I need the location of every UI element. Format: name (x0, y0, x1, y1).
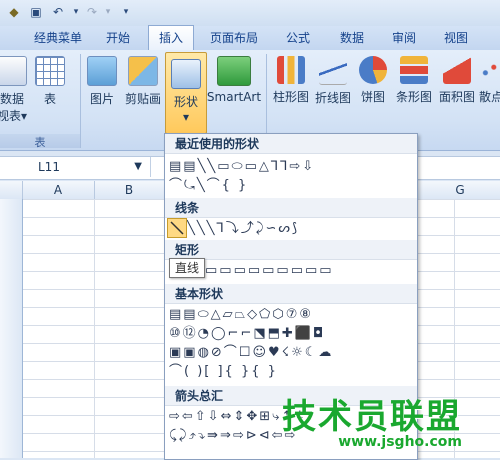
table-icon (35, 56, 65, 86)
tab-page-layout[interactable]: 页面布局 (204, 26, 264, 50)
line-chart-button[interactable]: 折线图 (312, 56, 354, 106)
pie-chart-label: 饼图 (360, 90, 385, 104)
shapes-dropdown-icon: ▾ (182, 110, 190, 124)
column-chart-label: 柱形图 (272, 90, 309, 104)
basic-shapes-row-2[interactable]: ⑩⑫◔◯⌐⌐⬔⬒✚⬛◘ (169, 325, 325, 343)
column-header-g[interactable]: G (420, 181, 500, 199)
customize-qat-icon[interactable]: ▾ (118, 4, 134, 20)
line-shape-hover[interactable] (167, 218, 187, 238)
line-chart-label: 折线图 (314, 91, 351, 105)
column-header-b[interactable]: B (94, 181, 165, 199)
ribbon-separator (80, 54, 81, 148)
recent-shapes-row-2[interactable]: ⌒⤿╲⌒{ } (169, 177, 248, 195)
undo-icon[interactable]: ↶ (50, 4, 66, 20)
scatter-chart-button[interactable]: 散点 (476, 56, 500, 105)
group-label-table: 表 (0, 134, 80, 149)
pivot-table-dropdown-icon: ▾ (20, 109, 28, 123)
tab-review[interactable]: 审阅 (384, 26, 424, 50)
area-chart-label: 面积图 (438, 90, 475, 104)
bar-chart-icon (400, 56, 428, 84)
office-orb-icon[interactable]: ◆ (6, 4, 22, 20)
table-button[interactable]: 表 (34, 56, 66, 107)
tab-view[interactable]: 视图 (436, 26, 476, 50)
pivot-table-label-2: 视表 (0, 109, 21, 123)
area-chart-button[interactable]: 面积图 (436, 56, 478, 105)
watermark: 技术员联盟 www.jsgho.com (282, 389, 462, 450)
row-headers (0, 199, 23, 458)
rectangles-row-1[interactable]: ▭▭▭▭▭▭▭▭▭ (205, 262, 334, 280)
bar-chart-label: 条形图 (395, 90, 432, 104)
shapes-button[interactable]: 形状 ▾ (165, 52, 207, 134)
undo-dropdown-icon[interactable]: ▾ (68, 4, 84, 20)
pivot-table-label-1: 数据 (0, 92, 24, 106)
recent-shapes-row-1[interactable]: ▤▤╲╲▭⬭▭△⅂⅂⇨⇩ (169, 158, 315, 176)
picture-button[interactable]: 图片 (84, 56, 120, 107)
section-basic-shapes: 基本形状 (165, 284, 417, 304)
area-chart-icon (443, 56, 471, 84)
select-all-corner[interactable] (0, 181, 23, 199)
basic-shapes-row-4[interactable]: ⌒( )[ ]{ }{ } (169, 363, 278, 381)
line-shape-icon (170, 221, 184, 235)
basic-shapes-row-3[interactable]: ▣▣◍⊘⌒☐☺♥☇☼☾☁ (169, 344, 333, 362)
pivot-table-icon (0, 56, 27, 86)
block-arrows-row-2[interactable]: ⤹⤸⤴⤵⇛⇒⇨⊳⊲⇦⇨ (169, 427, 297, 445)
scatter-chart-icon (477, 56, 500, 84)
basic-shapes-row-1[interactable]: ▤▤⬭△▱⏢◇⬠⬡⑦⑧ (169, 306, 313, 324)
tab-insert[interactable]: 插入 (148, 25, 194, 51)
tab-formulas[interactable]: 公式 (278, 26, 318, 50)
redo-icon[interactable]: ↷ (84, 4, 100, 20)
picture-icon (87, 56, 117, 86)
pie-chart-icon (359, 56, 387, 84)
pie-chart-button[interactable]: 饼图 (356, 56, 390, 105)
redo-dropdown-icon[interactable]: ▾ (100, 4, 116, 20)
smartart-icon (217, 56, 251, 86)
pivot-table-button[interactable]: 数据 视表▾ (0, 56, 30, 124)
column-header-a[interactable]: A (22, 181, 95, 199)
name-box-value: L11 (38, 160, 60, 174)
column-chart-icon (277, 56, 305, 84)
clipart-label: 剪贴画 (124, 92, 161, 106)
shapes-icon (171, 59, 201, 89)
section-lines: 线条 (165, 198, 417, 218)
section-rectangles: 矩形 (165, 240, 417, 260)
save-icon[interactable]: ▣ (28, 4, 44, 20)
tab-data[interactable]: 数据 (332, 26, 372, 50)
line-chart-icon (319, 56, 347, 85)
clipart-button[interactable]: 剪贴画 (122, 56, 164, 107)
name-box-dropdown-icon[interactable]: ▼ (134, 157, 142, 177)
bar-chart-button[interactable]: 条形图 (392, 56, 436, 105)
smartart-label: SmartArt (206, 90, 262, 104)
shapes-label: 形状 (173, 95, 198, 109)
shape-tooltip: 直线 (169, 258, 205, 278)
clipart-icon (128, 56, 158, 86)
column-chart-button[interactable]: 柱形图 (270, 56, 312, 105)
lines-row-1[interactable]: ╲╲╲⅂⤵⤴⤸∽ᔕ⟆ (187, 220, 299, 238)
quick-access-toolbar: ◆ ▣ ↶ ▾ ↷ ▾ ▾ (0, 0, 500, 27)
smartart-button[interactable]: SmartArt (206, 56, 262, 104)
scatter-chart-label: 散点 (478, 90, 500, 104)
watermark-text: 技术员联盟 (282, 397, 462, 437)
tab-classic-menu[interactable]: 经典菜单 (28, 26, 88, 50)
table-label: 表 (43, 92, 56, 106)
ribbon-tabs: 经典菜单 开始 插入 页面布局 公式 数据 审阅 视图 (0, 25, 500, 51)
tab-home[interactable]: 开始 (96, 26, 140, 50)
picture-label: 图片 (89, 92, 114, 106)
section-recent-shapes: 最近使用的形状 (165, 134, 417, 154)
name-box[interactable]: L11 ▼ (0, 157, 151, 177)
